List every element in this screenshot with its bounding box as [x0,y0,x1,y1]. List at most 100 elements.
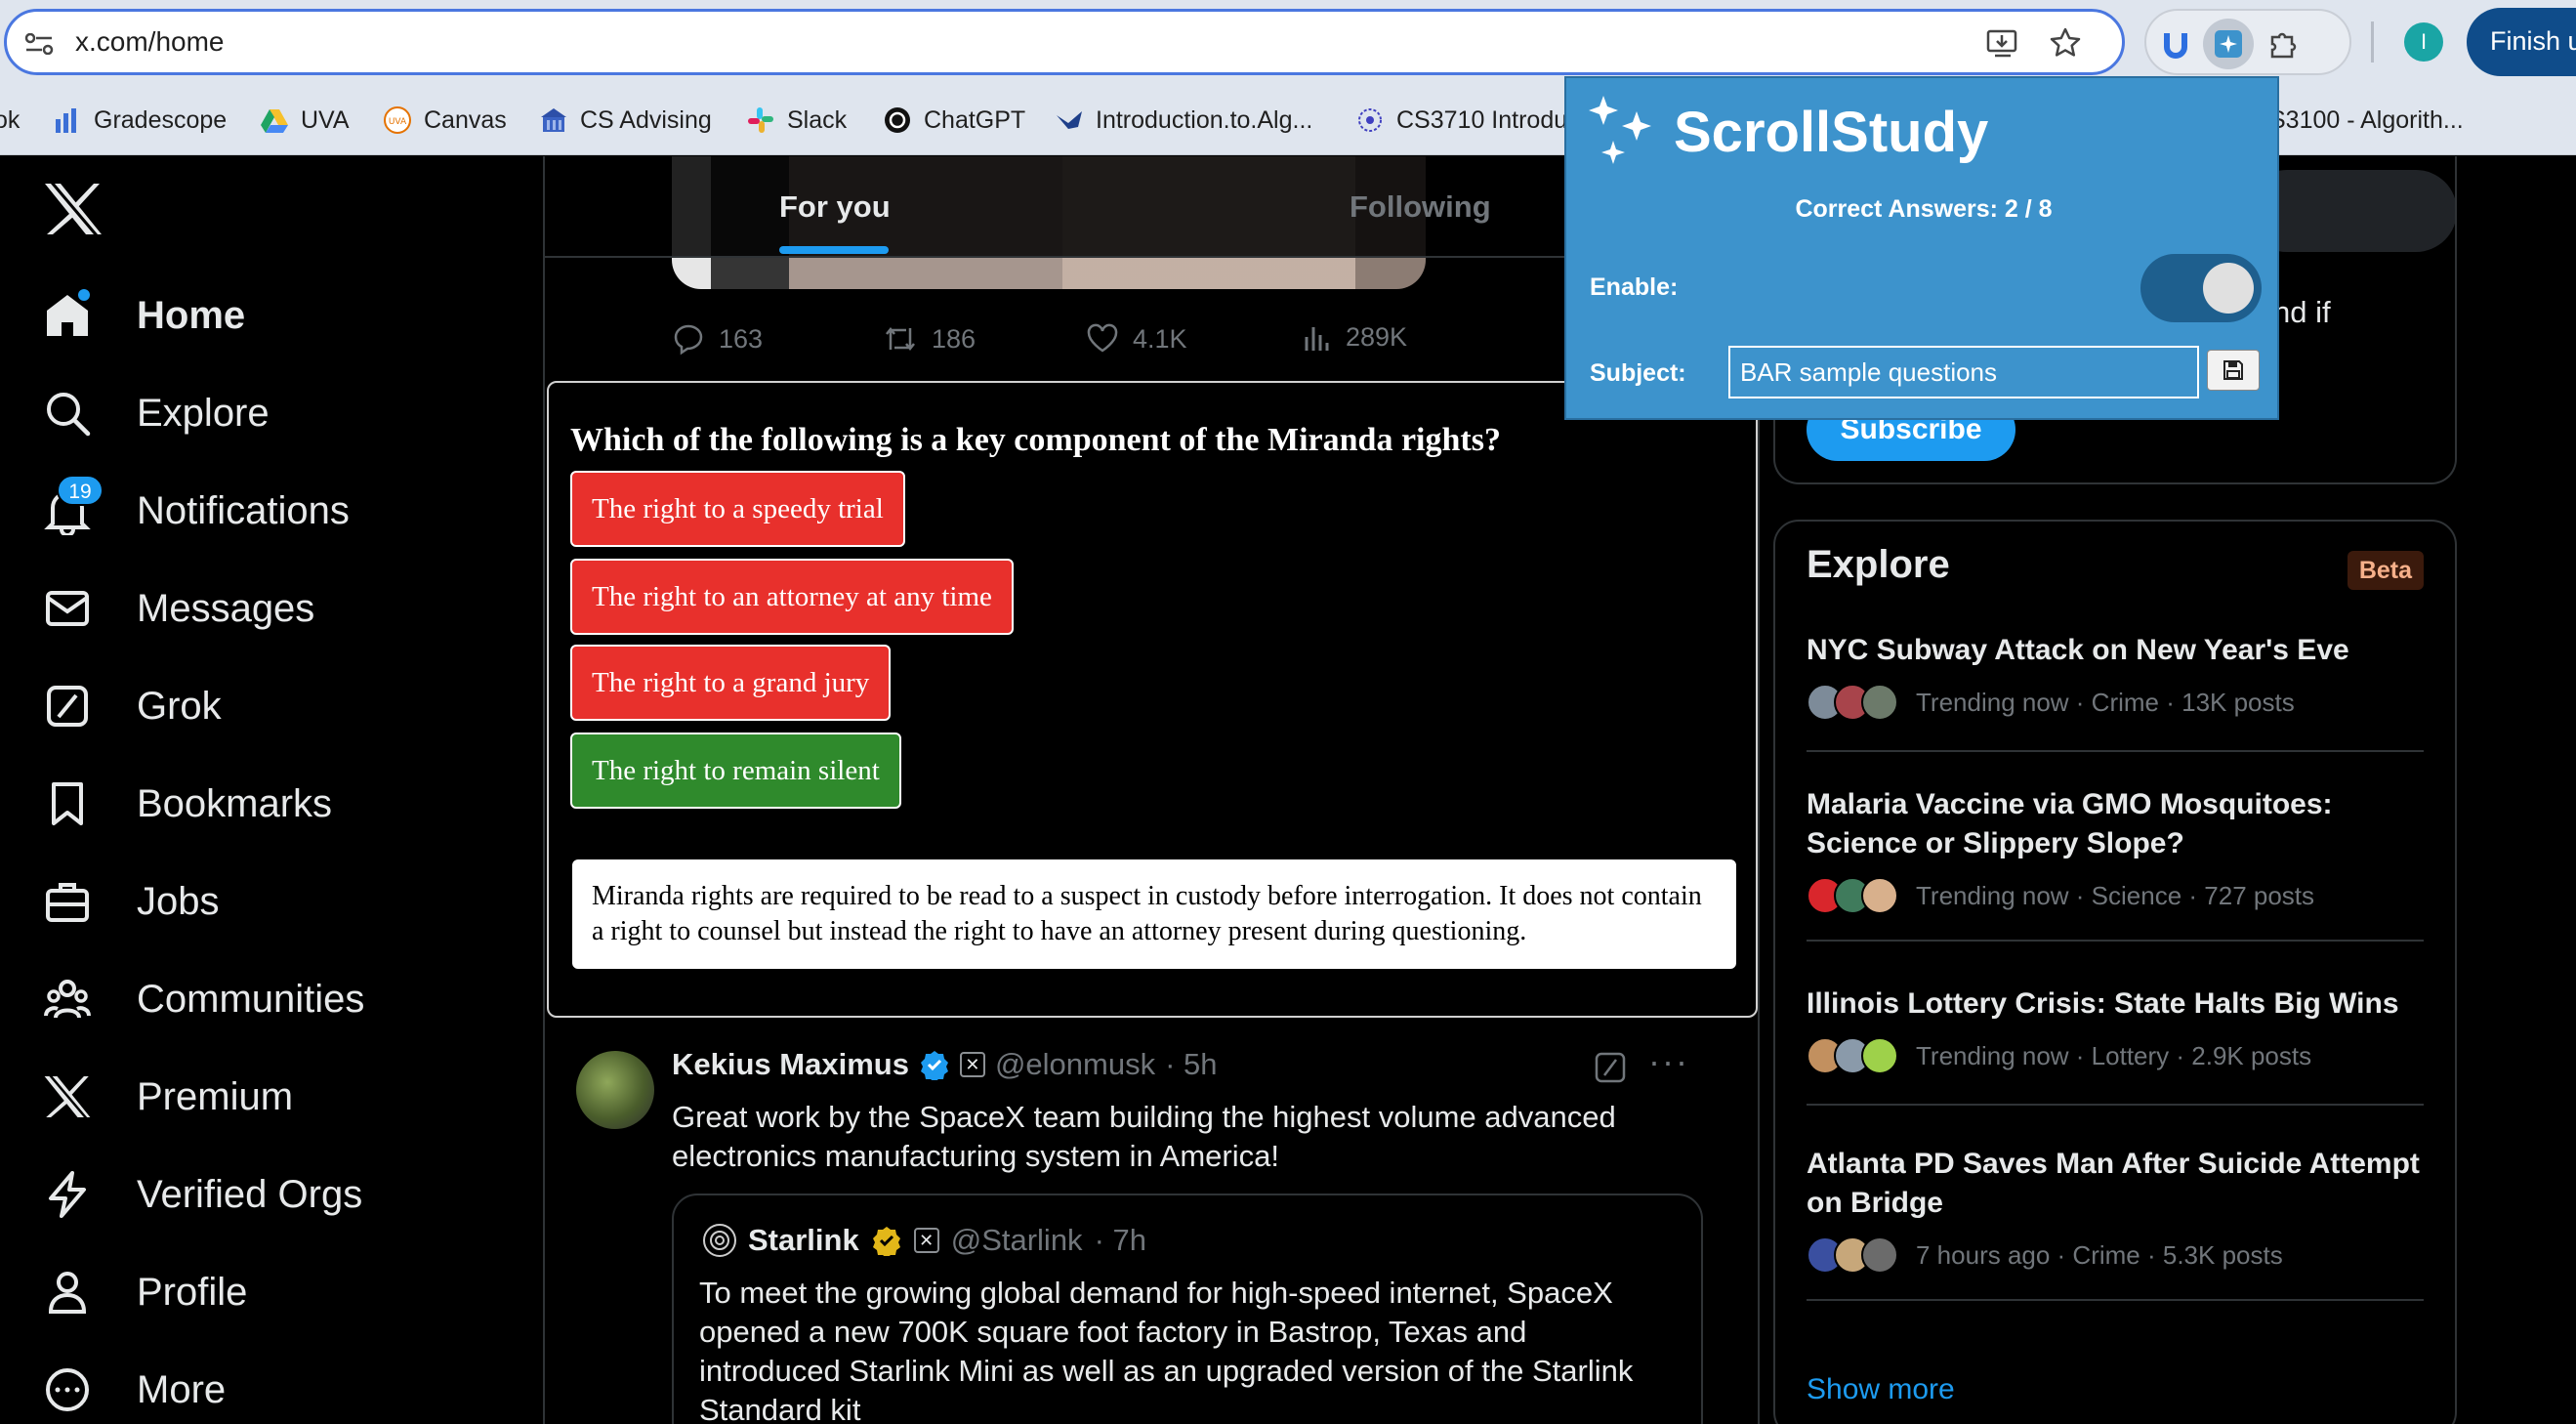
more-circle-icon [43,1365,92,1414]
bookmark-chatgpt[interactable]: ChatGPT [883,103,1025,138]
svg-text:UVA: UVA [389,117,407,127]
quiz-option-wrong[interactable]: The right to a grand jury [570,645,892,721]
tweet[interactable]: Kekius Maximus ✕ @elonmusk · 5h ··· Grea… [545,1018,1758,1424]
repost-button[interactable]: 186 [883,322,976,356]
people-icon [43,975,92,1024]
trend-title: Atlanta PD Saves Man After Suicide Attem… [1807,1148,2420,1219]
grok-icon [43,682,92,731]
quiz-option-correct[interactable]: The right to remain silent [570,733,901,809]
x-logo-icon[interactable] [43,182,104,236]
bookmark-canvas[interactable]: UVA Canvas [383,103,507,138]
reply-button[interactable]: 163 [672,322,763,356]
tweet-header: Kekius Maximus ✕ @elonmusk · 5h [672,1047,1218,1082]
browser-profile-avatar[interactable]: I [2404,22,2443,62]
url-text[interactable]: x.com/home [75,26,225,58]
nav-grok[interactable]: Grok [43,672,222,740]
reply-icon [674,324,703,356]
toolbar-divider [2371,21,2374,63]
nav-jobs[interactable]: Jobs [43,867,220,936]
nav-explore[interactable]: Explore [43,379,270,447]
trend-item[interactable]: NYC Subway Attack on New Year's Eve Tren… [1807,631,2424,752]
nav-label: More [137,1367,227,1411]
bookmark-item[interactable]: ok [0,103,20,138]
nav-label: Explore [137,391,270,435]
trend-item[interactable]: Malaria Vaccine via GMO Mosquitoes: Scie… [1807,785,2424,942]
address-bar[interactable]: x.com/home [4,9,2125,75]
bookmark-gradescope[interactable]: Gradescope [53,103,227,138]
scrollstudy-popup: ScrollStudy Correct Answers: 2 / 8 Enabl… [1564,76,2279,420]
sparkle-icon [1589,96,1651,164]
bookmark-introduction-algorithms[interactable]: Introduction.to.Alg... [1055,103,1312,138]
author-name[interactable]: Kekius Maximus [672,1047,909,1082]
trend-meta: Trending now · Crime · 13K posts [1916,687,2295,717]
extension-button-1[interactable] [2150,19,2201,69]
nav-profile[interactable]: Profile [43,1258,247,1326]
nav-label: Premium [137,1074,294,1118]
slack-icon [748,107,773,133]
quote-time: · 7h [1094,1223,1146,1257]
nav-messages[interactable]: Messages [43,574,314,643]
bookmark-cs3710[interactable]: CS3710 Introdu [1355,103,1567,138]
floppy-disk-icon [2223,360,2243,380]
star-bookmark-icon[interactable] [2048,25,2083,61]
grok-icon[interactable] [1594,1051,1627,1084]
gold-verified-badge-icon [872,1227,900,1256]
quoted-tweet[interactable]: Starlink ✕ @Starlink · 7h To meet the gr… [672,1194,1703,1424]
nav-verified-orgs[interactable]: Verified Orgs [43,1160,362,1229]
quiz-explanation: Miranda rights are required to be read t… [570,858,1738,971]
trend-item[interactable]: Illinois Lottery Crisis: State Halts Big… [1807,984,2424,1106]
scrollstudy-quiz-card: Which of the following is a key componen… [547,381,1758,1018]
install-app-icon[interactable] [1985,25,2020,61]
premium-card-text: nd if [2273,295,2331,329]
view-count: 289K [1346,322,1408,352]
bookmark-cs-advising[interactable]: CS Advising [539,103,712,138]
trend-title: NYC Subway Attack on New Year's Eve [1807,634,2349,666]
bookmark-cs3100[interactable]: S3100 - Algorith... [2269,103,2464,138]
nav-label: Verified Orgs [137,1172,363,1216]
scrollstudy-extension-button[interactable] [2203,19,2254,69]
toggle-knob [2203,263,2254,314]
post-time[interactable]: · 5h [1165,1047,1217,1082]
quote-author-name: Starlink [748,1223,859,1257]
avatar-stack [1807,684,1898,721]
enable-toggle[interactable] [2140,254,2262,322]
finish-update-button[interactable]: Finish u [2467,8,2576,76]
site-info-icon[interactable] [24,33,54,55]
nav-label: Communities [137,977,365,1021]
views-button[interactable]: 289K [1303,322,1407,353]
drive-icon [261,109,288,133]
bookmark-uva[interactable]: UVA [260,103,350,138]
subject-input[interactable] [1728,346,2199,398]
quiz-option-wrong[interactable]: The right to a speedy trial [570,471,905,547]
quote-header: Starlink ✕ @Starlink · 7h [703,1223,1146,1258]
briefcase-icon [43,877,92,926]
save-button[interactable] [2207,350,2260,391]
nav-more[interactable]: More [43,1356,226,1424]
nav-label: Bookmarks [137,781,333,825]
avatar[interactable] [576,1051,654,1129]
trend-meta: Trending now · Science · 727 posts [1916,880,2315,910]
nav-communities[interactable]: Communities [43,965,364,1033]
bell-icon: 19 [43,475,104,535]
nav-bookmarks[interactable]: Bookmarks [43,770,332,838]
more-options-icon[interactable]: ··· [1648,1041,1689,1082]
network-icon [1358,108,1382,132]
trend-item[interactable]: Atlanta PD Saves Man After Suicide Attem… [1807,1145,2424,1301]
quote-author-handle: @Starlink [950,1223,1083,1257]
enable-label: Enable: [1590,273,1679,301]
trend-title: Malaria Vaccine via GMO Mosquitoes: Scie… [1807,788,2333,859]
explore-card: Explore Beta NYC Subway Attack on New Ye… [1773,520,2457,1424]
author-handle[interactable]: @elonmusk [995,1047,1155,1082]
nav-notifications[interactable]: 19 Notifications [43,475,350,545]
quiz-option-wrong[interactable]: The right to an attorney at any time [570,559,1014,635]
tab-following[interactable]: Following [1350,189,1491,225]
tab-for-you[interactable]: For you [779,189,891,225]
nav-premium[interactable]: Premium [43,1063,293,1131]
reply-count: 163 [719,323,764,354]
nav-home[interactable]: Home [43,281,245,350]
like-button[interactable]: 4.1K [1086,322,1187,356]
show-more-link[interactable]: Show more [1807,1373,1955,1406]
avatar-stack [1807,877,1898,914]
extensions-puzzle-button[interactable] [2258,19,2308,69]
bookmark-slack[interactable]: Slack [746,103,847,138]
